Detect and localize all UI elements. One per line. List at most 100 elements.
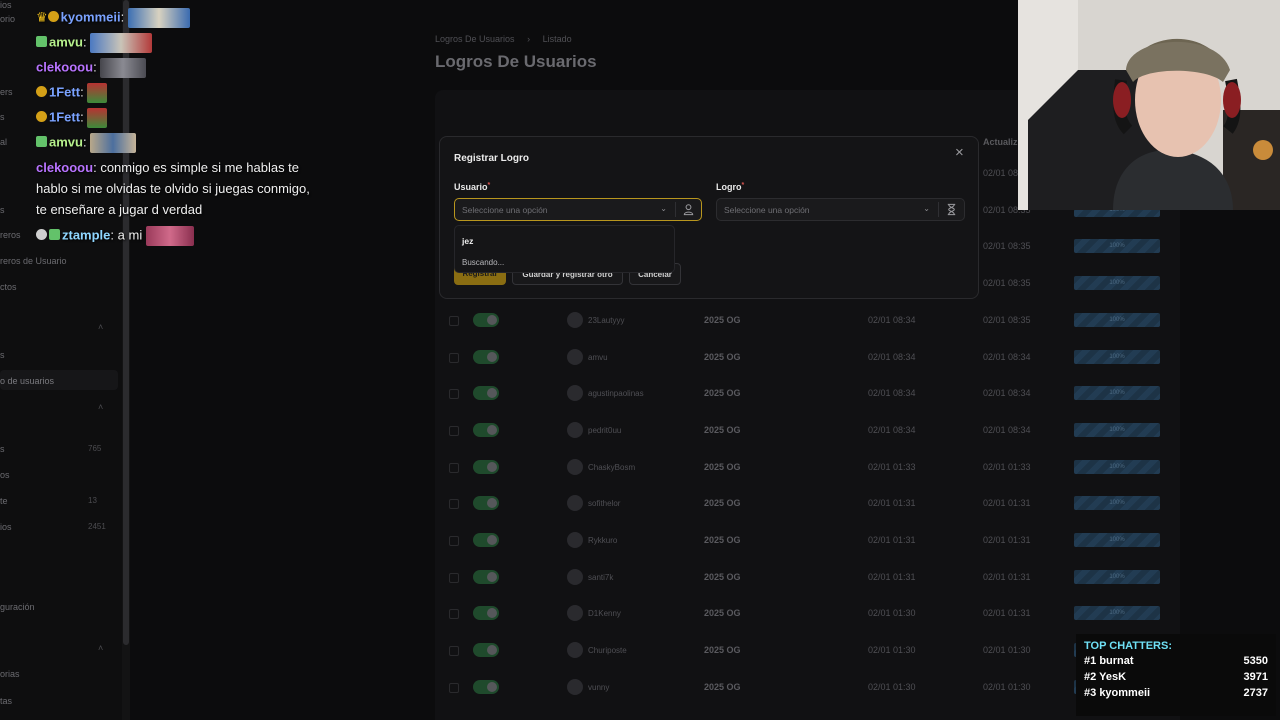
sidebar-item[interactable]: os bbox=[0, 470, 10, 480]
sidebar-item[interactable]: guración bbox=[0, 602, 35, 612]
active-toggle[interactable] bbox=[473, 533, 499, 547]
avatar bbox=[567, 605, 583, 622]
created-cell: 02/01 01:33 bbox=[868, 461, 916, 472]
row-checkbox[interactable] bbox=[449, 462, 459, 473]
sidebar-item[interactable]: reros de Usuario bbox=[0, 256, 67, 266]
user-cell[interactable]: sofithelor bbox=[588, 499, 620, 508]
table-row[interactable]: santi7k 2025 OG 02/01 01:31 02/01 01:31 100% bbox=[435, 560, 1180, 596]
row-checkbox[interactable] bbox=[449, 352, 459, 363]
dropdown-option[interactable]: jez bbox=[462, 236, 473, 246]
table-row[interactable]: agustinpaolinas 2025 OG 02/01 08:34 02/01 0… bbox=[435, 376, 1180, 412]
updated-cell: 02/01 08:35 bbox=[983, 241, 1031, 252]
avatar bbox=[567, 532, 583, 548]
user-cell[interactable]: vunny bbox=[588, 683, 609, 692]
chatter-count: 3971 bbox=[1243, 671, 1268, 683]
chevron-up-icon[interactable]: ˄ bbox=[98, 402, 103, 412]
updated-cell: 02/01 08:35 bbox=[983, 278, 1031, 289]
chevron-down-icon[interactable]: ⌄ bbox=[923, 204, 930, 213]
chatter-name: kyommeii bbox=[1099, 687, 1151, 699]
progress-bar: 100% bbox=[1074, 606, 1160, 621]
chevron-up-icon[interactable]: ˄ bbox=[98, 322, 103, 332]
table-row[interactable]: Rykkuro 2025 OG 02/01 01:31 02/01 01:31 100% bbox=[435, 523, 1180, 559]
chat-username[interactable]: amvu bbox=[49, 134, 83, 149]
user-cell[interactable]: pedrit0uu bbox=[588, 426, 621, 435]
active-toggle[interactable] bbox=[473, 496, 499, 511]
table-row[interactable]: amvu 2025 OG 02/01 08:34 02/01 08:34 100% bbox=[435, 340, 1180, 376]
chat-message: clekooou: conmigo es simple si me hablas… bbox=[36, 160, 299, 175]
sidebar-item[interactable]: ctos bbox=[0, 282, 17, 292]
row-checkbox[interactable] bbox=[449, 646, 459, 657]
chevron-down-icon[interactable]: ⌄ bbox=[660, 204, 667, 213]
user-cell[interactable]: santi7k bbox=[588, 573, 613, 582]
sidebar-item[interactable]: orias bbox=[0, 669, 20, 679]
usuario-select[interactable]: Seleccione una opción ⌄ bbox=[454, 198, 702, 221]
logro-label: Logro* bbox=[716, 182, 744, 192]
row-checkbox[interactable] bbox=[449, 609, 459, 620]
active-toggle[interactable] bbox=[473, 569, 499, 584]
chatter-name: burnat bbox=[1099, 655, 1134, 667]
active-toggle[interactable] bbox=[473, 679, 499, 694]
user-cell[interactable]: 23Lautyyy bbox=[588, 316, 624, 325]
user-cell[interactable]: Churiposte bbox=[588, 646, 627, 655]
table-row[interactable]: pedrit0uu 2025 OG 02/01 08:34 02/01 08:34 10… bbox=[435, 413, 1180, 449]
table-row[interactable]: vunny2025 OG02/01 01:3002/01 01:30100% bbox=[435, 670, 1180, 706]
sidebar-item[interactable]: tas bbox=[0, 696, 12, 706]
chat-username[interactable]: 1Fett bbox=[49, 84, 80, 99]
sidebar-item[interactable]: te bbox=[0, 496, 8, 506]
chat-message: amvu: bbox=[36, 133, 137, 153]
table-row[interactable]: sofithelor 2025 OG 02/01 01:31 02/01 01:31 1… bbox=[435, 486, 1180, 522]
row-checkbox[interactable] bbox=[449, 499, 459, 510]
row-checkbox[interactable] bbox=[449, 425, 459, 436]
sidebar-item[interactable]: s bbox=[0, 350, 5, 360]
progress-bar: 100% bbox=[1074, 459, 1160, 474]
breadcrumb-link[interactable]: Logros De Usuarios bbox=[435, 34, 515, 44]
table-row[interactable]: Churiposte2025 OG02/01 01:3002/01 01:301… bbox=[435, 633, 1180, 669]
user-icon[interactable] bbox=[682, 203, 695, 216]
table-row[interactable]: D1Kenny 2025 OG 02/01 01:30 02/01 01:31 100% bbox=[435, 596, 1180, 632]
chat-username[interactable]: ztample bbox=[62, 227, 110, 242]
top-chatter-entry: #1 burnat 5350 bbox=[1084, 655, 1268, 671]
chat-username[interactable]: clekooou bbox=[36, 59, 93, 74]
active-toggle[interactable] bbox=[473, 312, 499, 327]
chat-username[interactable]: amvu bbox=[49, 34, 83, 49]
row-checkbox[interactable] bbox=[449, 536, 459, 546]
screen: ios orio ers s al s reros reros de Usuar… bbox=[0, 0, 1280, 720]
hourglass-icon[interactable] bbox=[945, 203, 958, 216]
user-cell[interactable]: Rykkuro bbox=[588, 536, 617, 545]
row-checkbox[interactable] bbox=[449, 682, 459, 693]
chat-text: a mi bbox=[117, 227, 143, 243]
sidebar-item[interactable]: ios bbox=[0, 522, 12, 532]
user-cell[interactable]: D1Kenny bbox=[588, 609, 621, 618]
active-toggle[interactable] bbox=[473, 422, 499, 437]
chat-text: conmigo es simple si me hablas te bbox=[100, 160, 300, 175]
chat-colon: : bbox=[93, 160, 97, 175]
user-cell[interactable]: ChaskyBosm bbox=[588, 463, 635, 472]
table-row[interactable]: 23Lautyyy 2025 OG 02/01 08:34 02/01 08:35 10… bbox=[435, 303, 1180, 339]
chat-username[interactable]: 1Fett bbox=[49, 109, 80, 124]
sidebar-item-active[interactable]: o de usuarios bbox=[0, 376, 54, 386]
row-checkbox[interactable] bbox=[449, 389, 459, 400]
user-cell[interactable]: agustinpaolinas bbox=[588, 389, 644, 398]
active-toggle[interactable] bbox=[473, 386, 499, 401]
row-checkbox[interactable] bbox=[449, 315, 459, 326]
chat-username[interactable]: kyommeii bbox=[61, 9, 121, 24]
active-toggle[interactable] bbox=[473, 643, 499, 658]
chat-colon: : bbox=[110, 227, 115, 243]
chatter-rank: #1 bbox=[1084, 655, 1097, 667]
user-cell[interactable]: amvu bbox=[588, 353, 608, 362]
sidebar-item[interactable]: s bbox=[0, 444, 5, 454]
table-row[interactable]: ChaskyBosm 2025 OG 02/01 01:33 02/01 01:33 1… bbox=[435, 450, 1180, 486]
chevron-up-icon[interactable]: ˄ bbox=[98, 643, 103, 653]
active-toggle[interactable] bbox=[473, 606, 499, 621]
avatar bbox=[567, 421, 583, 438]
logro-select[interactable]: Seleccione una opción ⌄ bbox=[716, 198, 965, 221]
updated-cell: 02/01 01:31 bbox=[983, 608, 1031, 619]
row-checkbox[interactable] bbox=[449, 572, 459, 583]
close-icon[interactable]: × bbox=[955, 145, 969, 160]
chat-username[interactable]: clekooou bbox=[36, 160, 93, 175]
active-toggle[interactable] bbox=[473, 459, 499, 474]
emote-icon bbox=[90, 133, 137, 153]
column-header-updated[interactable]: Actualiz bbox=[983, 137, 1018, 147]
active-toggle[interactable] bbox=[473, 349, 499, 364]
badge-icon bbox=[36, 136, 47, 148]
